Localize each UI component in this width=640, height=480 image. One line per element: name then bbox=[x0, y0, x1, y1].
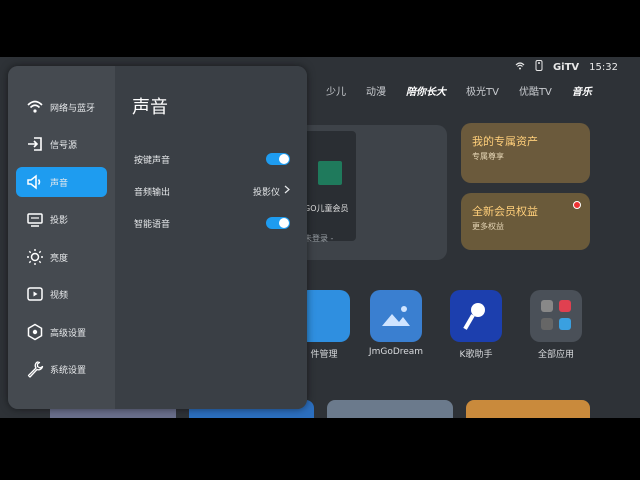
audio-output-value: 投影仪 bbox=[252, 187, 280, 198]
clock: 15:32 bbox=[589, 61, 618, 73]
settings-sidebar: 网络与蓝牙 信号源 声音 投影 亮度 视频 高级设置 系统设置 bbox=[8, 66, 115, 409]
tab-anime[interactable]: 动漫 bbox=[366, 83, 386, 98]
page-title: 声音 bbox=[132, 97, 168, 118]
sidebar-item-label: 信号源 bbox=[50, 140, 78, 151]
chevron-right-icon bbox=[284, 185, 290, 197]
sidebar-item-video[interactable]: 视频 bbox=[16, 279, 107, 309]
settings-panel: 网络与蓝牙 信号源 声音 投影 亮度 视频 高级设置 系统设置 声音 按键声音 … bbox=[8, 66, 307, 409]
app-all-apps[interactable]: 全部应用 bbox=[526, 290, 586, 360]
sidebar-item-label: 投影 bbox=[50, 215, 69, 226]
sidebar-item-label: 系统设置 bbox=[50, 365, 87, 376]
advanced-settings-icon bbox=[24, 322, 46, 342]
input-source-icon bbox=[24, 134, 46, 154]
app-karaoke[interactable]: K歌助手 bbox=[446, 290, 506, 360]
sidebar-item-label: 视频 bbox=[50, 290, 69, 301]
bottom-card[interactable] bbox=[327, 400, 453, 418]
app-label: JmGoDream bbox=[368, 347, 424, 357]
sound-settings: 声音 按键声音 音频输出 投影仪 智能语音 bbox=[115, 66, 307, 409]
remote-icon bbox=[535, 60, 543, 74]
vip-book-icon bbox=[318, 161, 342, 185]
video-icon bbox=[24, 284, 46, 304]
gitv-logo: GiTV bbox=[552, 61, 580, 73]
vip-card-subtitle: 未登录 - bbox=[304, 234, 334, 243]
image-icon bbox=[370, 290, 422, 342]
tab-kids[interactable]: 少儿 bbox=[326, 83, 346, 98]
app-label: 全部应用 bbox=[537, 350, 574, 360]
key-sound-label: 按键声音 bbox=[134, 155, 171, 166]
benefit-card-title: 全新会员权益 bbox=[472, 205, 538, 218]
benefit-card[interactable]: 全新会员权益 更多权益 bbox=[461, 193, 590, 250]
projector-icon bbox=[24, 209, 46, 229]
sidebar-item-network[interactable]: 网络与蓝牙 bbox=[16, 92, 107, 122]
sidebar-item-sound[interactable]: 声音 bbox=[16, 167, 107, 197]
sidebar-item-input-source[interactable]: 信号源 bbox=[16, 129, 107, 159]
key-sound-row[interactable]: 按键声音 bbox=[134, 149, 290, 169]
speaker-icon bbox=[24, 172, 46, 192]
asset-card[interactable]: 我的专属资产 专属尊享 bbox=[461, 123, 590, 183]
asset-card-subtitle: 专属尊享 bbox=[472, 152, 504, 161]
vip-card-title: GO儿童会员 bbox=[304, 204, 349, 213]
bottom-card[interactable] bbox=[466, 400, 590, 418]
sidebar-item-label: 亮度 bbox=[50, 253, 69, 264]
app-jmgodream[interactable]: JmGoDream bbox=[366, 290, 426, 357]
sidebar-item-system[interactable]: 系统设置 bbox=[16, 354, 107, 384]
nav-tabs: 少儿 动漫 陪你长大 极光TV 优酷TV 音乐 bbox=[326, 83, 612, 98]
all-apps-icon bbox=[530, 290, 582, 342]
smart-voice-toggle[interactable] bbox=[266, 217, 290, 229]
sidebar-item-label: 网络与蓝牙 bbox=[50, 103, 96, 114]
tab-music[interactable]: 音乐 bbox=[572, 83, 592, 98]
tab-jiguang-tv[interactable]: 极光TV bbox=[466, 83, 499, 98]
sidebar-item-projection[interactable]: 投影 bbox=[16, 204, 107, 234]
sidebar-item-label: 高级设置 bbox=[50, 328, 87, 339]
audio-output-label: 音频输出 bbox=[134, 187, 171, 198]
smart-voice-label: 智能语音 bbox=[134, 219, 171, 230]
notification-dot bbox=[573, 201, 581, 209]
brightness-icon bbox=[24, 247, 46, 267]
sidebar-item-brightness[interactable]: 亮度 bbox=[16, 242, 107, 272]
asset-card-title: 我的专属资产 bbox=[472, 135, 538, 148]
key-sound-toggle[interactable] bbox=[266, 153, 290, 165]
sidebar-item-advanced[interactable]: 高级设置 bbox=[16, 317, 107, 347]
app-label: K歌助手 bbox=[459, 350, 493, 360]
wifi-status-icon bbox=[515, 61, 525, 73]
tab-youku-tv[interactable]: 优酷TV bbox=[519, 83, 552, 98]
vip-card[interactable]: GO儿童会员 未登录 - bbox=[292, 125, 447, 260]
wifi-icon bbox=[24, 97, 46, 117]
audio-output-row[interactable]: 音频输出 投影仪 bbox=[134, 181, 290, 201]
tab-grow-with-you[interactable]: 陪你长大 bbox=[406, 83, 446, 98]
wrench-icon bbox=[24, 359, 46, 379]
microphone-icon bbox=[450, 290, 502, 342]
sidebar-item-label: 声音 bbox=[50, 178, 69, 189]
smart-voice-row[interactable]: 智能语音 bbox=[134, 213, 290, 233]
benefit-card-subtitle: 更多权益 bbox=[472, 222, 504, 231]
